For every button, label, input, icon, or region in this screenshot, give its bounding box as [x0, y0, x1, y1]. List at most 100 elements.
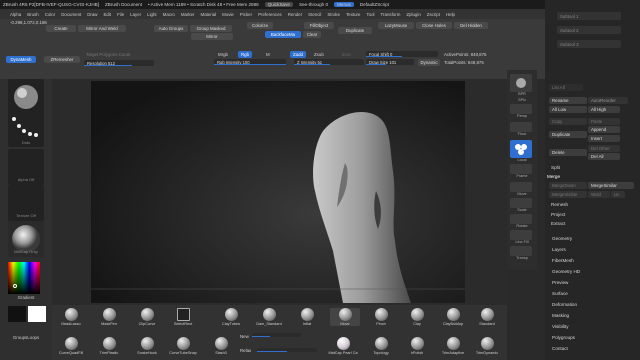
brush-pinch[interactable]: Pinch	[366, 308, 396, 326]
brush-hpolish[interactable]: hPolish	[402, 337, 432, 355]
menu-movie[interactable]: Movie	[222, 12, 234, 17]
brush-masklasso[interactable]: MaskLasso	[56, 308, 86, 326]
draw-size-slider[interactable]: Draw Size 101	[366, 59, 414, 65]
zsub-button[interactable]: Zsub	[314, 52, 324, 57]
brush-selectrect[interactable]: SelectRect	[168, 308, 198, 326]
menu-macro[interactable]: Macro	[163, 12, 175, 17]
m-label[interactable]: M	[266, 52, 270, 57]
menu-transform[interactable]: Transform	[381, 12, 401, 17]
backface-mask-button[interactable]: BackfaceMa	[265, 31, 301, 38]
menu-texture[interactable]: Texture	[346, 12, 360, 17]
contact-section[interactable]: Contact	[552, 346, 568, 351]
menus-toggle[interactable]: Menus	[334, 2, 354, 7]
brush-slash3[interactable]: Slash3	[206, 337, 236, 355]
zremesher-button[interactable]: ZRemesher	[44, 56, 80, 63]
layers-section[interactable]: Layers	[552, 247, 566, 252]
brush-thumbnail[interactable]	[8, 79, 44, 115]
auto-groups-button[interactable]: Auto Groups	[154, 25, 188, 32]
menu-brush[interactable]: Brush	[27, 12, 38, 17]
colorize-button[interactable]: Colorize	[247, 22, 273, 29]
transp-button[interactable]	[510, 246, 532, 256]
brush-snakehook[interactable]: SnakeHook	[132, 337, 162, 355]
all-high-button[interactable]: All High	[588, 106, 620, 113]
new-label[interactable]: New	[240, 334, 249, 339]
scale-view-button[interactable]	[510, 198, 532, 208]
rename-button[interactable]: Rename	[549, 97, 587, 104]
gradient-label[interactable]: Gradient	[6, 295, 46, 300]
rgb-button[interactable]: Rgb	[238, 51, 252, 58]
masking-section[interactable]: Masking	[552, 313, 569, 318]
polygroups-section[interactable]: Polygroups	[552, 335, 575, 340]
menu-picker[interactable]: Picker	[240, 12, 252, 17]
duplicate-button[interactable]: Duplicate	[338, 27, 372, 34]
preview-section[interactable]: Preview	[552, 280, 568, 285]
brush-standard[interactable]: Standard	[472, 308, 502, 326]
del-all-button[interactable]: Del All	[588, 153, 620, 160]
z-intensity-slider[interactable]: Z Intensity 51	[294, 59, 364, 65]
zcut-button[interactable]: Zcut	[342, 52, 351, 57]
quicksave-button[interactable]: QuickSave	[264, 2, 293, 7]
dynamesh-button[interactable]: DynaMesh	[6, 56, 36, 63]
brush-clipcurve[interactable]: ClipCurve	[132, 308, 162, 326]
material-matcap-pearl[interactable]: MatCap Pearl Ca	[328, 337, 358, 355]
insert-button[interactable]: Insert	[588, 135, 620, 142]
merge-visible-button[interactable]: MergeVisible	[549, 191, 587, 198]
brush-claybuildup[interactable]: ClayBuildup	[438, 308, 468, 326]
relax-slider[interactable]	[257, 348, 317, 352]
remesh-section[interactable]: Remesh	[551, 202, 568, 207]
brush-clay[interactable]: Clay	[402, 308, 432, 326]
brush-inflat[interactable]: Inflat	[292, 308, 322, 326]
focal-shift-slider[interactable]: Focal Shift 0	[366, 51, 438, 57]
brush-move[interactable]: Move	[330, 308, 360, 326]
zadd-button[interactable]: Zadd	[290, 51, 306, 58]
fibermesh-section[interactable]: FiberMesh	[552, 258, 574, 263]
brush-maskpen[interactable]: MaskPen	[94, 308, 124, 326]
spix-label[interactable]: SPix	[507, 98, 537, 102]
menu-draw[interactable]: Draw	[87, 12, 97, 17]
floor-button[interactable]	[510, 122, 532, 132]
subtool-slot-3[interactable]: Subtool 3	[557, 40, 621, 48]
secondary-color-swatch[interactable]	[28, 306, 46, 322]
append-button[interactable]: Append	[588, 126, 620, 133]
mirror-button[interactable]: Mirror	[191, 33, 233, 40]
menu-tool[interactable]: Tool	[366, 12, 374, 17]
menu-zplugin[interactable]: Zplugin	[406, 12, 420, 17]
resolution-slider[interactable]: Resolution 512	[84, 60, 154, 66]
new-slider[interactable]	[252, 333, 302, 337]
groups-loops-label[interactable]: GroupsLoops	[6, 335, 46, 340]
default-script[interactable]: DefaultZScript	[360, 2, 389, 7]
menu-layer[interactable]: Layer	[130, 12, 141, 17]
brush-curvetubesnap[interactable]: CurveTubeSnap	[168, 337, 198, 355]
rotate-view-button[interactable]	[510, 214, 532, 224]
create-button[interactable]: Create	[46, 25, 76, 32]
menu-stencil[interactable]: Stencil	[308, 12, 321, 17]
menu-alpha[interactable]: Alpha	[10, 12, 21, 17]
see-through-slider[interactable]: See-through 0	[299, 2, 328, 7]
merge-down-button[interactable]: MergeDown	[549, 182, 587, 189]
sculpt-model[interactable]	[91, 81, 465, 303]
list-all-button[interactable]: List All	[549, 84, 583, 91]
menu-material[interactable]: Material	[201, 12, 217, 17]
brush-curvequadfill[interactable]: CurveQuadFill	[56, 337, 86, 355]
menu-render[interactable]: Render	[288, 12, 302, 17]
brush-claytubes[interactable]: ClayTubes	[216, 308, 246, 326]
menu-stroke[interactable]: Stroke	[327, 12, 340, 17]
brush-trimdynamic[interactable]: TrimDynamic	[472, 337, 502, 355]
extract-section[interactable]: Extract	[551, 221, 565, 226]
move-view-button[interactable]	[510, 182, 532, 192]
project-section[interactable]: Project	[551, 212, 565, 217]
color-picker-cursor[interactable]	[13, 284, 17, 288]
menu-edit[interactable]: Edit	[103, 12, 111, 17]
merge-section[interactable]: Merge	[547, 174, 560, 179]
geometry-hd-section[interactable]: Geometry HD	[552, 269, 580, 274]
close-holes-button[interactable]: Close Holes	[416, 22, 452, 29]
split-section[interactable]: Split	[551, 165, 560, 170]
uv-button[interactable]: Uv	[611, 191, 625, 198]
bpr-button[interactable]	[510, 74, 532, 92]
delete-button[interactable]: Delete	[549, 149, 587, 156]
surface-section[interactable]: Surface	[552, 291, 568, 296]
dynamic-button[interactable]: Dynamic	[418, 59, 440, 66]
visibility-section[interactable]: Visibility	[552, 324, 569, 329]
brush-trimadaptive[interactable]: TrimAdaptive	[438, 337, 468, 355]
menu-document[interactable]: Document	[61, 12, 81, 17]
